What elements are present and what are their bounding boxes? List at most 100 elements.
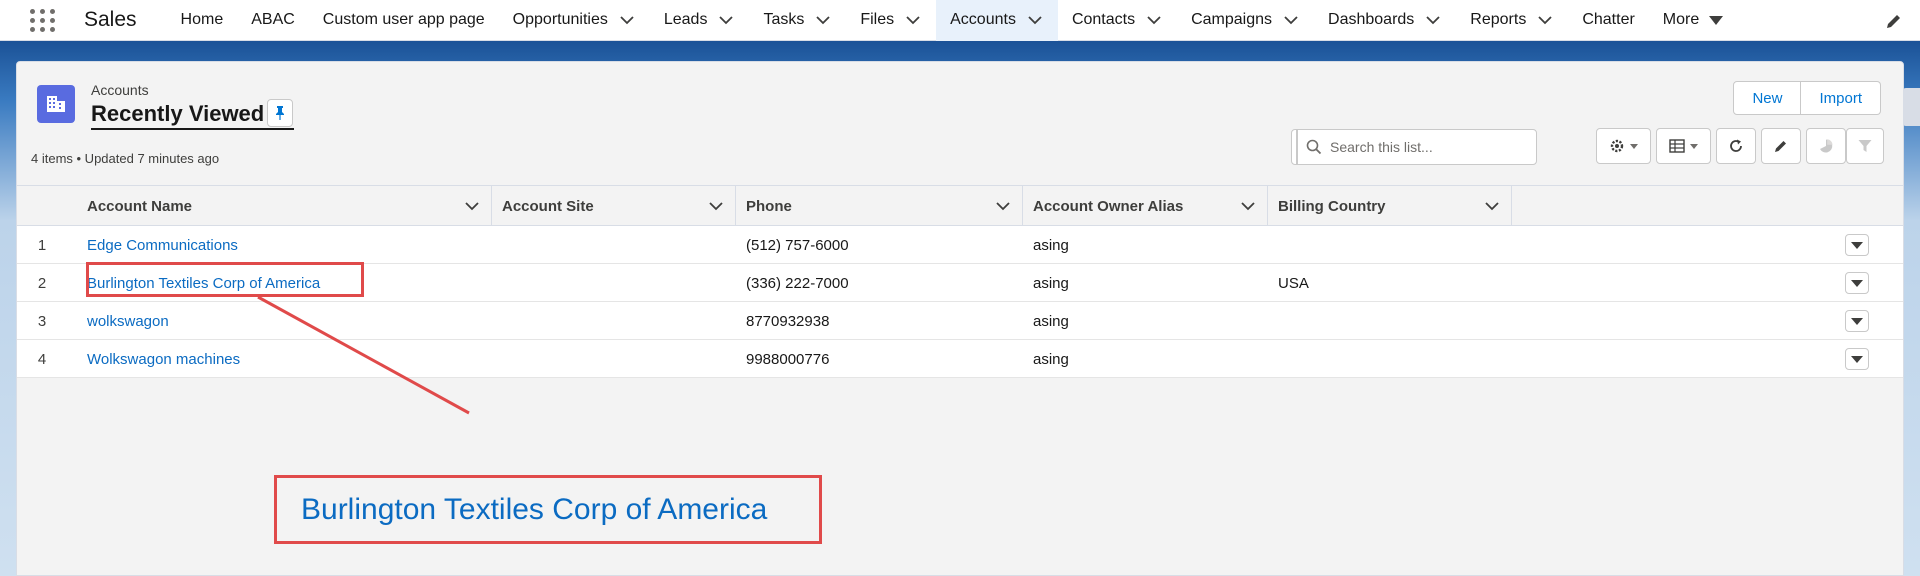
caret-down-icon — [1851, 355, 1863, 363]
nav-item-label: ABAC — [251, 11, 295, 28]
edit-pencil-icon[interactable] — [1884, 11, 1904, 31]
caret-down-icon — [1630, 143, 1638, 149]
table-header: Account Name Account Site Phone Account Own… — [17, 185, 1903, 226]
zoom-callout: Burlington Textiles Corp of America — [274, 475, 822, 544]
list-view-title[interactable]: Recently Viewed — [91, 100, 295, 130]
column-header-billing-country[interactable]: Billing Country — [1268, 186, 1512, 226]
chevron-down-icon — [1284, 16, 1298, 25]
nav-items: Home ABAC Custom user app page Opportunitie… — [167, 0, 1649, 41]
column-header-account-owner-alias[interactable]: Account Owner Alias — [1023, 186, 1268, 226]
nav-more-label: More — [1662, 11, 1700, 28]
table-row: 3 wolkswagon 8770932938 asing — [17, 302, 1903, 340]
cell-billing-country — [1278, 302, 1502, 340]
inline-edit-button[interactable] — [1761, 128, 1801, 164]
nav-item-files[interactable]: Files — [846, 0, 936, 41]
nav-item-home[interactable]: Home — [167, 0, 238, 41]
refresh-icon — [1730, 139, 1742, 152]
refresh-button[interactable] — [1716, 128, 1756, 164]
chevron-down-icon[interactable] — [994, 197, 1012, 215]
chevron-down-icon[interactable] — [1239, 197, 1257, 215]
column-header-label: Billing Country — [1278, 197, 1386, 215]
account-name-link[interactable]: Wolkswagon machines — [87, 340, 482, 378]
cell-account-owner-alias: asing — [1033, 350, 1069, 368]
nav-item-label: Accounts — [950, 11, 1016, 28]
side-panel-toggle[interactable] — [1902, 88, 1920, 126]
caret-down-icon — [1851, 317, 1863, 325]
nav-item-abac[interactable]: ABAC — [237, 0, 309, 41]
row-actions-button[interactable] — [1845, 348, 1869, 370]
nav-item-accounts[interactable]: Accounts — [936, 0, 1058, 41]
pin-icon — [276, 106, 284, 120]
cell-phone: 8770932938 — [746, 312, 830, 330]
account-name-link[interactable]: Edge Communications — [87, 226, 482, 264]
list-view-header: Accounts Recently Viewed 4 items • Updat… — [17, 62, 1903, 185]
nav-item-custom-user-app-page[interactable]: Custom user app page — [309, 0, 499, 41]
search-input[interactable] — [1330, 139, 1520, 155]
nav-item-opportunities[interactable]: Opportunities — [499, 0, 650, 41]
row-actions-button[interactable] — [1845, 234, 1869, 256]
table-body: 1 Edge Communications (512) 757-6000 asing 2… — [17, 226, 1903, 378]
chevron-down-icon — [719, 16, 734, 25]
chevron-down-icon[interactable] — [463, 197, 481, 215]
column-header-label: Phone — [746, 197, 792, 215]
cell-billing-country — [1278, 226, 1502, 264]
column-header-label: Account Owner Alias — [1033, 197, 1184, 215]
chevron-down-icon — [906, 16, 920, 25]
row-actions-button[interactable] — [1845, 310, 1869, 332]
nav-item-label: Files — [860, 11, 895, 28]
nav-item-reports[interactable]: Reports — [1456, 0, 1568, 41]
row-number: 2 — [37, 274, 47, 292]
settings-gear-button[interactable] — [1596, 128, 1651, 164]
nav-item-dashboards[interactable]: Dashboards — [1314, 0, 1456, 41]
chevron-down-icon[interactable] — [707, 197, 725, 215]
nav-item-label: Home — [180, 11, 224, 28]
filters-button[interactable] — [1846, 128, 1884, 164]
row-number: 1 — [37, 236, 47, 254]
header-actions: New Import — [1733, 81, 1881, 115]
chevron-down-icon — [816, 16, 830, 25]
column-header-account-site[interactable]: Account Site — [492, 186, 736, 226]
cell-account-site — [502, 340, 726, 378]
chevron-down-icon — [1028, 16, 1042, 25]
nav-item-label: Opportunities — [512, 11, 608, 28]
cell-phone: 9988000776 — [746, 350, 830, 368]
caret-down-icon — [1851, 279, 1863, 287]
chevron-down-icon — [620, 16, 634, 25]
callout-text: Burlington Textiles Corp of America — [301, 492, 768, 526]
app-name: Sales — [84, 8, 137, 31]
row-actions-button[interactable] — [1845, 272, 1869, 294]
filter-icon — [1858, 140, 1872, 152]
cell-account-owner-alias: asing — [1033, 236, 1069, 254]
new-button[interactable]: New — [1733, 81, 1802, 115]
chevron-down-icon — [1538, 16, 1552, 25]
column-header-account-name[interactable]: Account Name — [77, 186, 492, 226]
nav-item-leads[interactable]: Leads — [650, 0, 750, 41]
nav-item-chatter[interactable]: Chatter — [1568, 0, 1648, 41]
display-as-button[interactable] — [1656, 128, 1711, 164]
chart-icon — [1820, 139, 1833, 153]
nav-item-campaigns[interactable]: Campaigns — [1177, 0, 1314, 41]
cell-billing-country — [1278, 340, 1502, 378]
chevron-down-icon[interactable] — [1483, 197, 1501, 215]
nav-item-label: Reports — [1470, 11, 1527, 28]
nav-item-tasks[interactable]: Tasks — [749, 0, 846, 41]
pin-list-view-button[interactable] — [267, 99, 293, 127]
column-header-actions — [1512, 186, 1568, 226]
list-search-box[interactable] — [1291, 129, 1537, 165]
cell-account-site — [502, 264, 726, 302]
app-launcher-icon[interactable] — [30, 6, 58, 34]
cell-phone: (512) 757-6000 — [746, 236, 849, 254]
cell-phone: (336) 222-7000 — [746, 274, 849, 292]
nav-item-contacts[interactable]: Contacts — [1058, 0, 1177, 41]
column-header-phone[interactable]: Phone — [736, 186, 1023, 226]
charts-button[interactable] — [1806, 128, 1846, 164]
nav-more-menu[interactable]: More — [1649, 0, 1737, 41]
row-number: 4 — [37, 350, 47, 368]
column-header-label: Account Name — [87, 197, 193, 215]
account-name-link[interactable]: wolkswagon — [87, 302, 482, 340]
global-navigation-bar: Sales Home ABAC Custom user app page Opport… — [0, 0, 1920, 41]
list-view-controls-button[interactable] — [1296, 129, 1298, 165]
search-icon — [1306, 139, 1322, 155]
cell-account-owner-alias: asing — [1033, 274, 1069, 292]
import-button[interactable]: Import — [1801, 81, 1881, 115]
